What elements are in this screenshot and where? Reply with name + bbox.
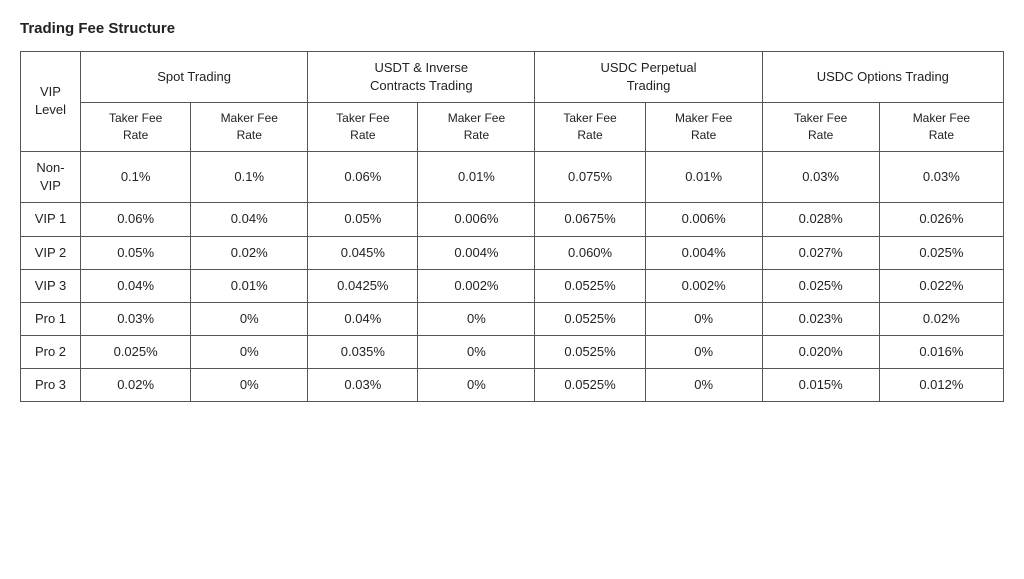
vip-level-cell: VIP 2: [21, 236, 81, 269]
vip-level-header: VIPLevel: [21, 52, 81, 152]
usdt-maker-header: Maker FeeRate: [418, 103, 535, 152]
fee-value-cell: 0.016%: [879, 336, 1003, 369]
table-row: Pro 20.025%0%0.035%0%0.0525%0%0.020%0.01…: [21, 336, 1004, 369]
table-row: VIP 20.05%0.02%0.045%0.004%0.060%0.004%0…: [21, 236, 1004, 269]
fee-value-cell: 0.02%: [191, 236, 308, 269]
usdc-perp-taker-header: Taker FeeRate: [535, 103, 645, 152]
fee-value-cell: 0.04%: [308, 302, 418, 335]
sub-header-row: Taker FeeRate Maker FeeRate Taker FeeRat…: [21, 103, 1004, 152]
page-title: Trading Fee Structure: [20, 20, 1004, 37]
fee-value-cell: 0.1%: [81, 151, 191, 202]
spot-trading-header: Spot Trading: [81, 52, 308, 103]
fee-value-cell: 0.03%: [762, 151, 879, 202]
fee-value-cell: 0.028%: [762, 203, 879, 236]
fee-value-cell: 0.04%: [191, 203, 308, 236]
usdc-perpetual-header: USDC PerpetualTrading: [535, 52, 762, 103]
vip-level-cell: Non-VIP: [21, 151, 81, 202]
usdt-inverse-header: USDT & InverseContracts Trading: [308, 52, 535, 103]
fee-value-cell: 0.01%: [191, 269, 308, 302]
fee-value-cell: 0.0675%: [535, 203, 645, 236]
fee-value-cell: 0.0525%: [535, 369, 645, 402]
fee-value-cell: 0.01%: [645, 151, 762, 202]
fee-value-cell: 0.035%: [308, 336, 418, 369]
fee-value-cell: 0.022%: [879, 269, 1003, 302]
fee-value-cell: 0.006%: [645, 203, 762, 236]
usdc-perp-maker-header: Maker FeeRate: [645, 103, 762, 152]
fee-value-cell: 0%: [418, 336, 535, 369]
fee-value-cell: 0.04%: [81, 269, 191, 302]
fee-value-cell: 0.03%: [81, 302, 191, 335]
fee-value-cell: 0.05%: [308, 203, 418, 236]
group-header-row: VIPLevel Spot Trading USDT & InverseCont…: [21, 52, 1004, 103]
fee-value-cell: 0.025%: [762, 269, 879, 302]
fee-value-cell: 0.023%: [762, 302, 879, 335]
fee-value-cell: 0%: [191, 336, 308, 369]
spot-maker-header: Maker FeeRate: [191, 103, 308, 152]
fee-value-cell: 0.006%: [418, 203, 535, 236]
usdt-taker-header: Taker FeeRate: [308, 103, 418, 152]
vip-level-cell: Pro 1: [21, 302, 81, 335]
usdc-options-header: USDC Options Trading: [762, 52, 1003, 103]
fee-value-cell: 0.027%: [762, 236, 879, 269]
fee-value-cell: 0.0525%: [535, 269, 645, 302]
fee-value-cell: 0.02%: [879, 302, 1003, 335]
vip-level-cell: Pro 3: [21, 369, 81, 402]
fee-value-cell: 0.004%: [418, 236, 535, 269]
vip-level-cell: VIP 1: [21, 203, 81, 236]
fee-value-cell: 0.026%: [879, 203, 1003, 236]
fee-value-cell: 0.0425%: [308, 269, 418, 302]
fee-value-cell: 0.045%: [308, 236, 418, 269]
fee-value-cell: 0.025%: [879, 236, 1003, 269]
table-row: VIP 10.06%0.04%0.05%0.006%0.0675%0.006%0…: [21, 203, 1004, 236]
fee-value-cell: 0.002%: [645, 269, 762, 302]
usdc-opt-taker-header: Taker FeeRate: [762, 103, 879, 152]
fee-value-cell: 0.03%: [879, 151, 1003, 202]
fee-value-cell: 0.020%: [762, 336, 879, 369]
fee-value-cell: 0.025%: [81, 336, 191, 369]
fee-value-cell: 0%: [645, 336, 762, 369]
fee-value-cell: 0.0525%: [535, 302, 645, 335]
fee-value-cell: 0.0525%: [535, 336, 645, 369]
fee-value-cell: 0.02%: [81, 369, 191, 402]
fee-value-cell: 0.1%: [191, 151, 308, 202]
fee-value-cell: 0.002%: [418, 269, 535, 302]
vip-level-cell: Pro 2: [21, 336, 81, 369]
fee-value-cell: 0.075%: [535, 151, 645, 202]
fee-value-cell: 0.03%: [308, 369, 418, 402]
fee-value-cell: 0.015%: [762, 369, 879, 402]
fee-value-cell: 0%: [191, 302, 308, 335]
table-row: VIP 30.04%0.01%0.0425%0.002%0.0525%0.002…: [21, 269, 1004, 302]
fee-value-cell: 0.01%: [418, 151, 535, 202]
fee-value-cell: 0%: [645, 369, 762, 402]
fee-value-cell: 0%: [645, 302, 762, 335]
fee-value-cell: 0.06%: [308, 151, 418, 202]
fee-value-cell: 0.06%: [81, 203, 191, 236]
table-row: Pro 10.03%0%0.04%0%0.0525%0%0.023%0.02%: [21, 302, 1004, 335]
fee-value-cell: 0.004%: [645, 236, 762, 269]
fee-value-cell: 0%: [191, 369, 308, 402]
fee-value-cell: 0.012%: [879, 369, 1003, 402]
spot-taker-header: Taker FeeRate: [81, 103, 191, 152]
fee-value-cell: 0.060%: [535, 236, 645, 269]
table-row: Non-VIP0.1%0.1%0.06%0.01%0.075%0.01%0.03…: [21, 151, 1004, 202]
fee-structure-table: VIPLevel Spot Trading USDT & InverseCont…: [20, 51, 1004, 402]
usdc-opt-maker-header: Maker FeeRate: [879, 103, 1003, 152]
table-row: Pro 30.02%0%0.03%0%0.0525%0%0.015%0.012%: [21, 369, 1004, 402]
fee-value-cell: 0.05%: [81, 236, 191, 269]
fee-value-cell: 0%: [418, 369, 535, 402]
fee-value-cell: 0%: [418, 302, 535, 335]
vip-level-cell: VIP 3: [21, 269, 81, 302]
